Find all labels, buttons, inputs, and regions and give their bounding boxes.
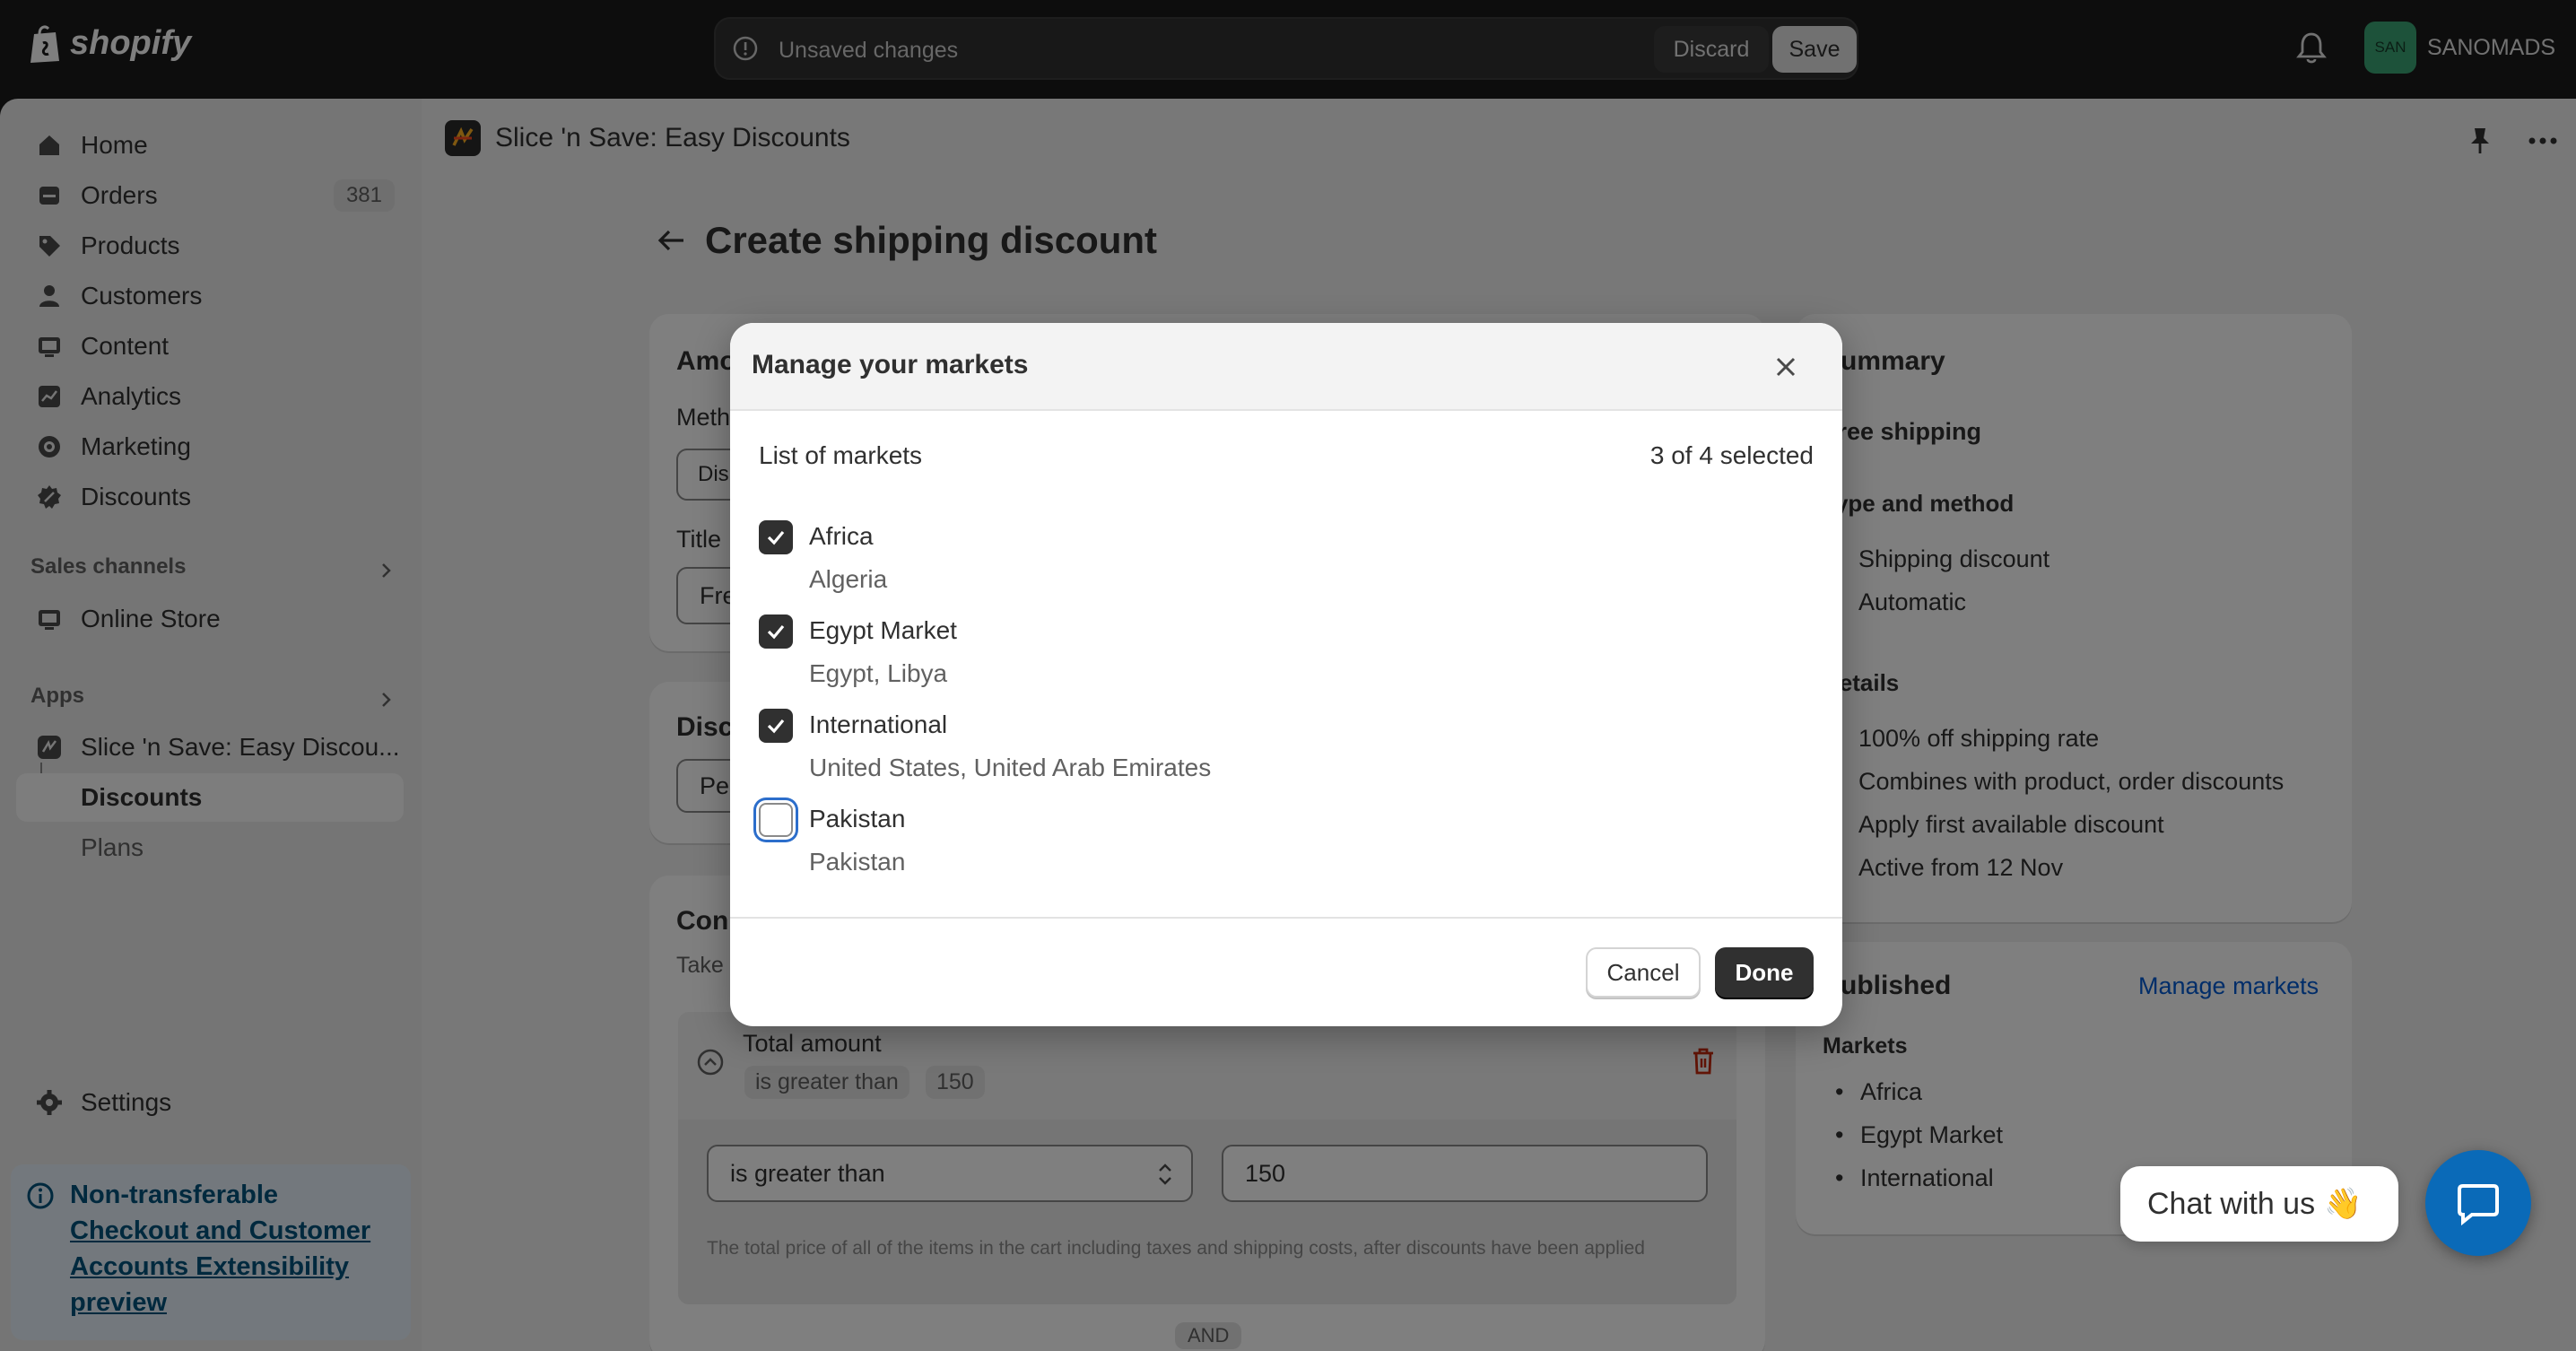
chat-with-us-bubble[interactable]: Chat with us 👋 [2120, 1166, 2398, 1242]
market-checkbox[interactable] [759, 709, 793, 743]
wave-emoji-icon: 👋 [2324, 1187, 2363, 1221]
close-icon[interactable] [1771, 352, 1801, 382]
checkmark-icon [767, 719, 785, 734]
chat-launcher-button[interactable] [2425, 1150, 2531, 1256]
cancel-button[interactable]: Cancel [1586, 947, 1701, 998]
market-checkbox[interactable] [759, 614, 793, 649]
chat-icon [2458, 1184, 2499, 1225]
modal-footer: Cancel Done [730, 917, 1842, 1026]
market-countries: Algeria [809, 565, 888, 593]
market-name: International [809, 710, 948, 738]
market-checkbox[interactable] [759, 520, 793, 554]
market-checkbox[interactable] [759, 803, 793, 837]
market-name: Egypt Market [809, 616, 957, 644]
manage-markets-modal: Manage your markets List of markets 3 of… [730, 323, 1842, 1026]
market-name: Pakistan [809, 805, 906, 832]
market-option-africa[interactable]: Africa Algeria [759, 520, 1745, 610]
selected-count: 3 of 4 selected [1649, 441, 1814, 469]
market-countries: Egypt, Libya [809, 659, 948, 687]
chat-label: Chat with us [2147, 1186, 2316, 1221]
checkmark-icon [767, 624, 785, 640]
list-of-markets-label: List of markets [759, 441, 923, 469]
modal-header: Manage your markets [730, 323, 1842, 411]
done-button[interactable]: Done [1715, 947, 1814, 998]
market-option-pakistan[interactable]: Pakistan Pakistan [759, 803, 1745, 893]
modal-title: Manage your markets [752, 350, 1029, 379]
market-option-egypt[interactable]: Egypt Market Egypt, Libya [759, 614, 1745, 704]
market-countries: United States, United Arab Emirates [809, 754, 1212, 781]
market-name: Africa [809, 522, 874, 550]
market-option-international[interactable]: International United States, United Arab… [759, 709, 1745, 798]
market-countries: Pakistan [809, 848, 906, 876]
checkmark-icon [767, 530, 785, 545]
